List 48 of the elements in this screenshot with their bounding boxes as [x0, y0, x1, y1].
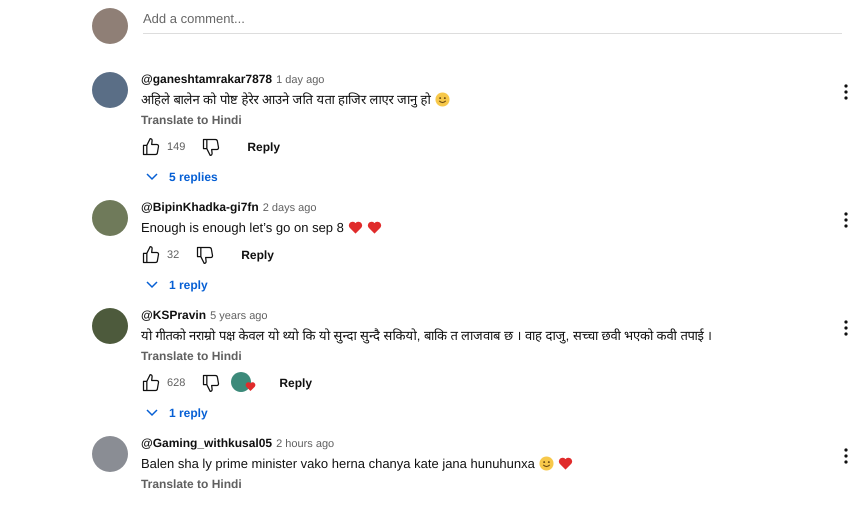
more-options-icon[interactable]	[844, 212, 848, 228]
translate-link[interactable]: Translate to Hindi	[141, 474, 866, 494]
comment-time[interactable]: 2 hours ago	[276, 438, 334, 450]
dislike-button[interactable]	[195, 245, 216, 265]
comment-time[interactable]: 5 years ago	[210, 310, 268, 322]
smiley-icon	[434, 92, 450, 106]
like-button[interactable]	[141, 373, 161, 393]
show-replies-button[interactable]: 1 reply	[139, 272, 214, 298]
chevron-down-icon	[145, 408, 159, 418]
chevron-down-icon	[145, 280, 159, 290]
like-count: 628	[167, 377, 186, 389]
like-count: 32	[167, 249, 180, 261]
chevron-down-icon	[145, 172, 159, 182]
translate-link[interactable]: Translate to Hindi	[141, 346, 866, 366]
comment-author[interactable]: @ganeshtamrakar7878	[141, 72, 272, 86]
comment-author[interactable]: @BipinKhadka-gi7fn	[141, 200, 259, 214]
show-replies-button[interactable]: 1 reply	[139, 400, 214, 426]
comment-text: Enough is enough let’s go on sep 8	[141, 220, 344, 234]
dislike-button[interactable]	[201, 373, 222, 393]
reply-button[interactable]: Reply	[269, 370, 322, 396]
smiley-icon	[538, 456, 554, 470]
translate-link[interactable]: Translate to Hindi	[141, 110, 866, 130]
user-avatar[interactable]	[92, 200, 128, 236]
heart-icon	[348, 220, 363, 234]
comment-time[interactable]: 2 days ago	[262, 202, 317, 214]
comment-text: यो गीतको नराम्रो पक्ष केवल यो थ्यो कि यो सुन्दा सुन्दै सकियो, बाकि त लाजवाब छ । वाह दाजु, सच्चा छवी भएको कवी तपाई ।	[141, 327, 712, 344]
user-avatar[interactable]	[92, 72, 128, 108]
reply-button[interactable]: Reply	[237, 134, 290, 160]
comment-text: Balen sha ly prime minister vako herna chanya kate jana hunuhunxa	[141, 456, 535, 470]
comment-time[interactable]: 1 day ago	[276, 74, 324, 86]
show-replies-button[interactable]: 5 replies	[139, 164, 224, 190]
more-options-icon[interactable]	[844, 84, 848, 100]
like-count: 149	[167, 141, 186, 153]
user-avatar[interactable]	[92, 436, 128, 472]
heart-icon	[366, 220, 382, 234]
comment-author[interactable]: @KSPravin	[141, 308, 206, 322]
user-avatar	[92, 8, 128, 44]
more-options-icon[interactable]	[844, 448, 848, 464]
like-button[interactable]	[141, 137, 161, 157]
heart-icon	[558, 456, 573, 470]
like-button[interactable]	[141, 245, 161, 265]
dislike-button[interactable]	[201, 137, 222, 157]
comment-author[interactable]: @Gaming_withkusal05	[141, 436, 272, 450]
comment-text: अहिले बालेन को पोष्ट हेरेर आउने जति यता हाजिर लाएर जानु हो	[141, 91, 431, 108]
more-options-icon[interactable]	[844, 320, 848, 336]
reply-button[interactable]: Reply	[231, 242, 284, 268]
heart-icon	[245, 381, 256, 392]
user-avatar[interactable]	[92, 308, 128, 344]
